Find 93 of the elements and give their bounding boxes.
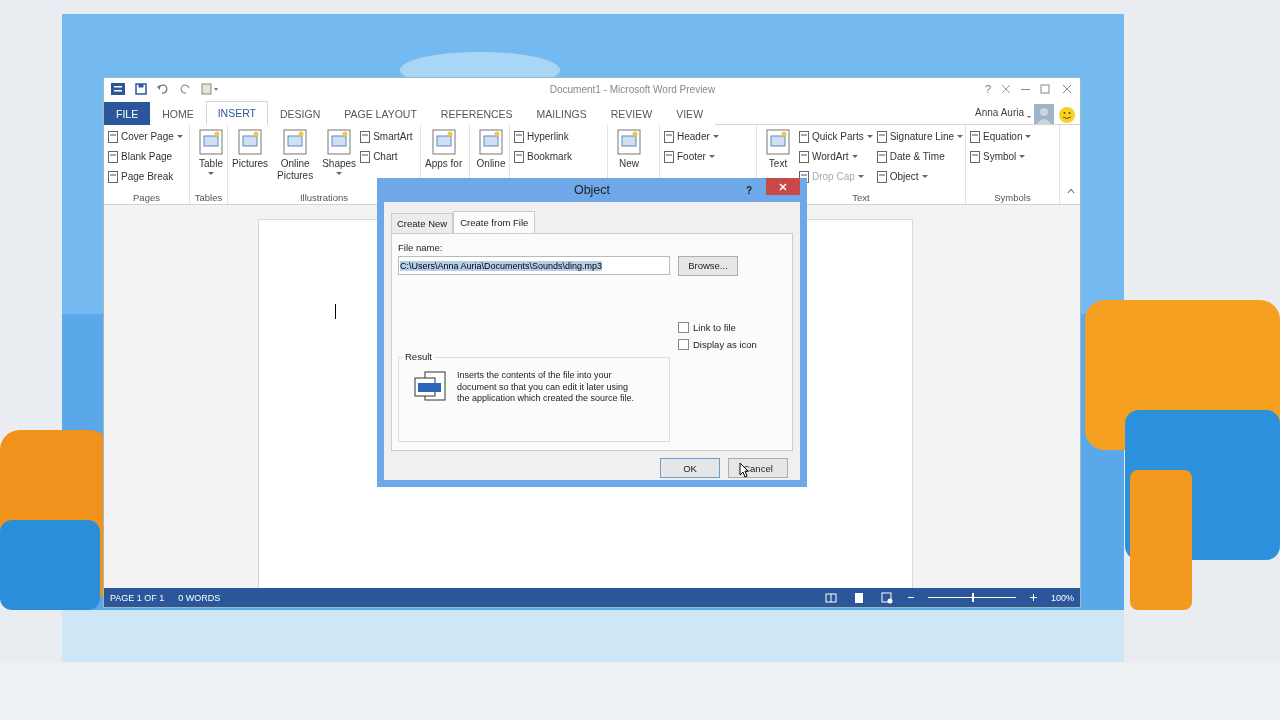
smiley-icon <box>1058 106 1076 124</box>
page-icon <box>664 130 674 143</box>
checkbox[interactable] <box>678 322 689 333</box>
redo-icon <box>178 82 192 96</box>
document-image-icon <box>282 128 309 156</box>
zoom-thumb[interactable] <box>971 593 974 602</box>
ribbon-button[interactable]: Date & Time <box>876 148 964 165</box>
page-icon <box>876 150 887 163</box>
ribbon-button[interactable]: Equation <box>970 128 1032 145</box>
minimize-icon <box>1021 88 1030 90</box>
save-icon <box>134 82 148 96</box>
group-label: Symbols <box>994 191 1031 203</box>
group-label: Text <box>852 191 870 203</box>
close-button[interactable] <box>766 178 800 195</box>
page-icon <box>514 150 524 163</box>
group-label: Illustrations <box>299 191 349 203</box>
page-icon <box>108 170 118 183</box>
checkbox[interactable] <box>678 339 689 350</box>
user-name[interactable]: Anna Auria <box>975 106 1024 118</box>
checkbox-option[interactable]: Display as icon <box>678 336 786 353</box>
page-icon <box>108 150 118 163</box>
document-image-icon <box>326 128 353 156</box>
page-count[interactable]: PAGE 1 OF 1 <box>110 592 165 603</box>
close-icon <box>1060 82 1074 96</box>
avatar-icon <box>1034 104 1054 124</box>
zoom-level[interactable]: 100% <box>1050 592 1074 603</box>
page-icon <box>799 130 809 143</box>
zoom-in-icon <box>1029 594 1037 601</box>
ribbon-button[interactable]: Blank Page <box>108 148 183 165</box>
browse-button[interactable]: Browse... <box>678 255 738 276</box>
document-image-icon <box>430 128 457 156</box>
ribbon-button[interactable]: Cover Page <box>108 128 183 145</box>
result-description: Inserts the contents of the file into your document so that you can edit it later using the application which created the source file. <box>457 370 636 405</box>
ribbon-tab[interactable]: INSERT <box>205 101 268 125</box>
ribbon-button[interactable]: Shapes <box>322 128 357 191</box>
document-image-icon <box>765 128 791 156</box>
ribbon-button[interactable]: Pictures <box>232 128 269 191</box>
customize-icon <box>200 82 220 96</box>
page-icon <box>799 150 809 163</box>
ribbon-tab[interactable]: FILE <box>104 102 151 125</box>
window-title: Document1 - Microsoft Word Preview <box>548 83 717 95</box>
ribbon-button[interactable]: SmartArt <box>360 128 413 145</box>
undo-icon <box>156 82 170 96</box>
read-mode-icon <box>823 590 838 605</box>
ribbon-display-icon <box>999 82 1013 96</box>
help-button[interactable]: ? <box>745 184 752 196</box>
ribbon-button[interactable]: Page Break <box>108 168 183 185</box>
page-icon <box>514 130 524 143</box>
file-name-field[interactable]: C:\Users\Anna Auria\Documents\Sounds\ding.mp3 <box>398 256 670 275</box>
ribbon-button[interactable]: Object <box>876 168 964 185</box>
ribbon-button[interactable]: Hyperlink <box>514 128 572 145</box>
document-image-icon <box>616 128 642 156</box>
checkbox-option[interactable]: Link to file <box>678 319 786 336</box>
web-layout-icon <box>879 590 894 605</box>
document-image-icon <box>478 128 504 156</box>
dialog-title: Object <box>573 183 611 197</box>
checkbox-label[interactable]: Link to file <box>693 322 736 333</box>
page-icon <box>876 170 887 183</box>
ribbon-button[interactable]: Chart <box>360 148 413 165</box>
group-label: Tables <box>194 191 223 203</box>
checkbox-label[interactable]: Display as icon <box>693 339 757 350</box>
page-icon <box>970 150 980 163</box>
page-icon <box>970 130 980 143</box>
ribbon-button[interactable]: Header <box>664 128 719 145</box>
document-image-icon <box>198 128 224 156</box>
ribbon-button[interactable]: Quick Parts <box>799 128 873 145</box>
page-icon <box>360 130 371 143</box>
documents-icon <box>413 370 447 402</box>
collapse-icon <box>1066 186 1076 196</box>
ribbon-button[interactable]: Online Pictures <box>272 128 319 191</box>
word-count[interactable]: 0 WORDS <box>178 592 221 603</box>
field-label: File name: <box>398 242 444 253</box>
close-icon <box>779 182 787 191</box>
page-icon <box>876 130 887 143</box>
app-logo-icon <box>110 82 126 96</box>
group-label: Pages <box>133 191 160 203</box>
text-cursor <box>335 304 336 319</box>
group-label: Result <box>403 351 434 362</box>
ribbon-button[interactable]: Table <box>194 128 228 191</box>
ribbon-button[interactable]: WordArt <box>799 148 873 165</box>
maximize-icon <box>1038 82 1052 96</box>
page-icon <box>108 130 118 143</box>
document-image-icon <box>237 128 264 156</box>
dialog-button[interactable]: OK <box>660 458 720 478</box>
ribbon-button[interactable]: Symbol <box>970 148 1032 165</box>
ribbon-button[interactable]: Bookmark <box>514 148 572 165</box>
ribbon-button[interactable]: Footer <box>664 148 719 165</box>
help-button[interactable]: ? <box>984 83 991 95</box>
page-icon <box>360 150 371 163</box>
page-icon <box>664 150 674 163</box>
ribbon-button[interactable]: Signature Line <box>876 128 964 145</box>
dialog-tab[interactable]: Create New <box>391 213 454 234</box>
dialog-tab[interactable]: Create from File <box>453 211 536 234</box>
